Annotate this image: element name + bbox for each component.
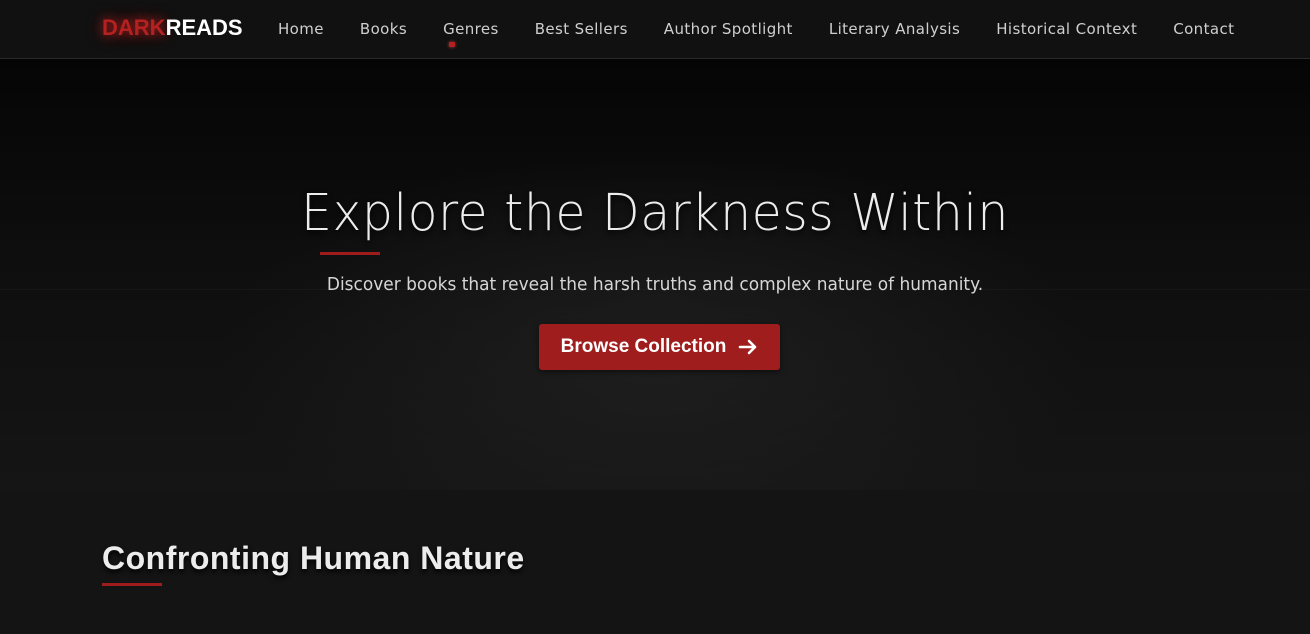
nav-link-contact[interactable]: Contact <box>1155 0 1252 58</box>
nav-links: Home Books Genres Best Sellers Author Sp… <box>260 0 1252 58</box>
nav-link-historical-context[interactable]: Historical Context <box>978 0 1155 58</box>
nav-link-literary-analysis[interactable]: Literary Analysis <box>811 0 978 58</box>
hero-title: Explore the Darkness Within <box>301 184 1009 243</box>
section-title-underline <box>102 583 162 586</box>
site-logo[interactable]: DARKREADS <box>102 15 243 41</box>
nav-link-genres[interactable]: Genres <box>425 0 517 58</box>
human-nature-section: Confronting Human Nature <box>0 490 1310 634</box>
hero-subtitle: Discover books that reveal the harsh tru… <box>326 275 984 295</box>
logo-dark-text: DARK <box>102 15 166 40</box>
hero-title-underline <box>320 252 380 255</box>
browse-collection-label: Browse Collection <box>560 336 727 357</box>
nav-link-genres-label: Genres <box>443 20 499 38</box>
logo-reads-text: READS <box>165 15 243 40</box>
nav-link-best-sellers[interactable]: Best Sellers <box>517 0 646 58</box>
arrow-right-icon <box>739 339 757 355</box>
section-title: Confronting Human Nature <box>102 540 525 576</box>
browse-collection-button[interactable]: Browse Collection <box>539 324 780 370</box>
navbar: DARKREADS Home Books Genres Best Sellers… <box>0 0 1310 59</box>
nav-link-author-spotlight[interactable]: Author Spotlight <box>646 0 811 58</box>
hero-section: Explore the Darkness Within Discover boo… <box>0 59 1310 490</box>
nav-link-books[interactable]: Books <box>342 0 425 58</box>
nav-link-home[interactable]: Home <box>260 0 342 58</box>
hover-marker-icon <box>449 42 456 47</box>
